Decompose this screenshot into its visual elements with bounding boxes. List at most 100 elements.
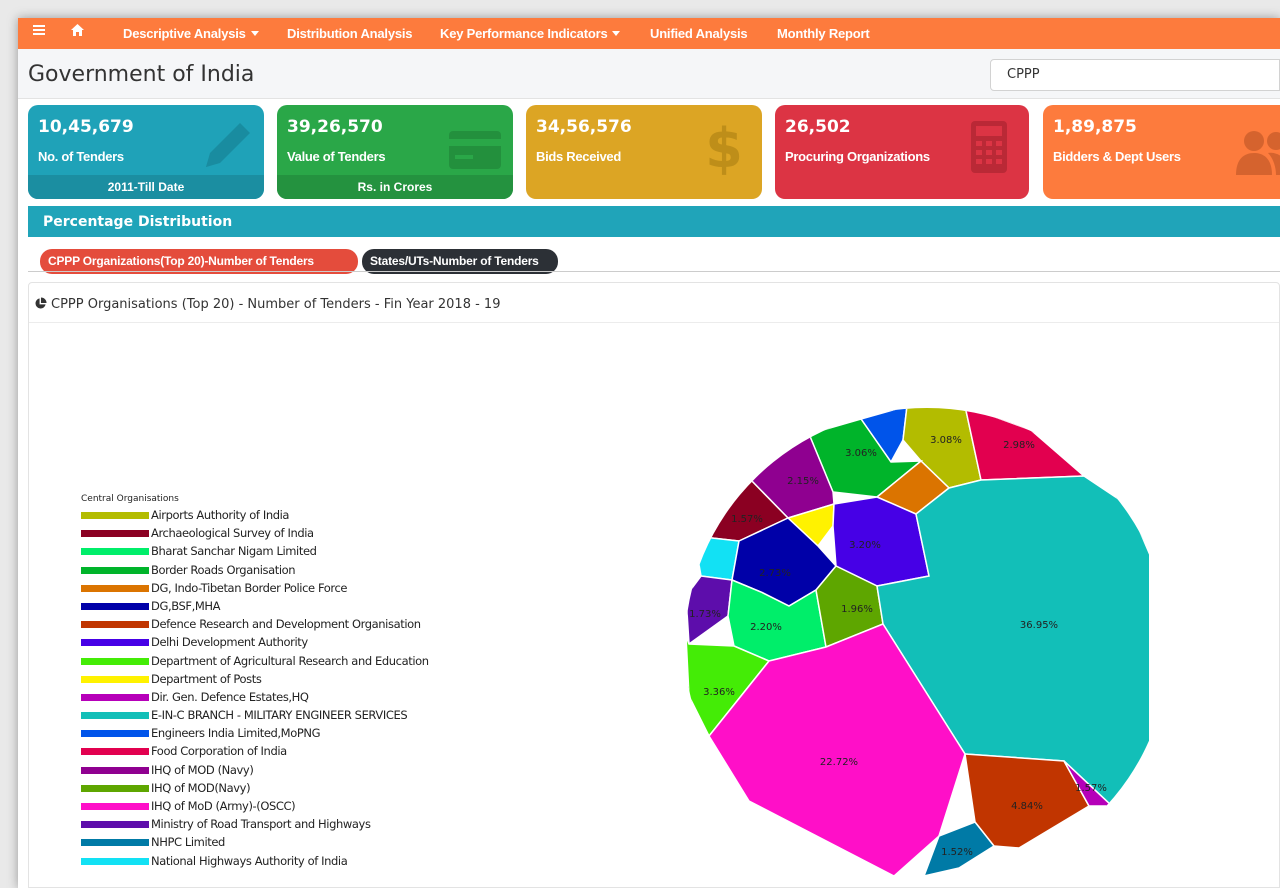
stat-value: 26,502 <box>785 117 851 137</box>
users-icon <box>1236 131 1280 175</box>
page: Descriptive Analysis Distribution Analys… <box>18 18 1280 888</box>
stat-card-bids[interactable]: 34,56,576 Bids Received $ <box>526 105 762 199</box>
legend-swatch <box>81 657 149 665</box>
tab-cppp-organizations[interactable]: CPPP Organizations(Top 20)-Number of Ten… <box>42 251 356 272</box>
voronoi-label: 3.06% <box>845 448 877 459</box>
legend-item[interactable]: Dir. Gen. Defence Estates,HQ <box>81 689 309 707</box>
stat-card-tenders[interactable]: 10,45,679 No. of Tenders 2011-Till Date <box>28 105 264 199</box>
legend-label: Ministry of Road Transport and Highways <box>151 817 371 832</box>
legend-label: Engineers India Limited,MoPNG <box>151 726 321 741</box>
legend-label: Border Roads Organisation <box>151 562 296 577</box>
legend-title: Central Organisations <box>81 494 179 504</box>
stat-card-value[interactable]: 39,26,570 Value of Tenders Rs. in Crores <box>277 105 513 199</box>
voronoi-chart: 3.08% 2.98% 3.06% 2.15% 1.57% 3.20% 2.73% 1.73%… <box>685 408 1149 878</box>
page-title: Government of India <box>28 62 255 87</box>
stat-label: Value of Tenders <box>287 149 386 164</box>
legend-item[interactable]: E-IN-C BRANCH - MILITARY ENGINEER SERVIC… <box>81 707 408 725</box>
stat-value: 1,89,875 <box>1053 117 1137 137</box>
legend-item[interactable]: NHPC Limited <box>81 834 225 852</box>
legend-label: DG, Indo-Tibetan Border Police Force <box>151 580 348 595</box>
legend-item[interactable]: Delhi Development Authority <box>81 634 308 652</box>
nav-monthly-report[interactable]: Monthly Report <box>777 26 870 41</box>
tab-states-uts[interactable]: States/UTs-Number of Tenders <box>364 251 556 272</box>
legend-item[interactable]: Ministry of Road Transport and Highways <box>81 816 371 834</box>
legend-label: IHQ of MOD(Navy) <box>151 780 251 795</box>
legend-label: E-IN-C BRANCH - MILITARY ENGINEER SERVIC… <box>151 708 408 723</box>
legend-item[interactable]: Department of Posts <box>81 671 262 689</box>
voronoi-label: 2.20% <box>750 622 782 633</box>
stat-label: No. of Tenders <box>38 149 124 164</box>
voronoi-label: 22.72% <box>820 757 858 768</box>
legend-swatch <box>81 857 149 865</box>
stat-footer: Rs. in Crores <box>277 175 513 199</box>
voronoi-cell[interactable] <box>693 535 740 581</box>
stat-label: Bids Received <box>536 149 621 164</box>
calculator-icon <box>971 121 1007 173</box>
nav-key-performance-indicators[interactable]: Key Performance Indicators <box>440 26 621 41</box>
home-icon[interactable] <box>70 23 85 41</box>
legend-item[interactable]: Department of Agricultural Research and … <box>81 653 429 671</box>
chart-header: CPPP Organisations (Top 20) - Number of … <box>29 283 1279 323</box>
stat-value: 10,45,679 <box>38 117 134 137</box>
legend-swatch <box>81 712 149 720</box>
chevron-down-icon <box>612 31 621 36</box>
voronoi-label: 36.95% <box>1020 620 1058 631</box>
nav-label: Distribution Analysis <box>287 26 413 41</box>
legend-item[interactable]: Archaeological Survey of India <box>81 525 314 543</box>
chart-legend: Central Organisations Airports Authority… <box>81 494 429 871</box>
legend-item[interactable]: National Highways Authority of India <box>81 853 348 871</box>
hamburger-icon[interactable] <box>32 23 46 41</box>
legend-swatch <box>81 748 149 756</box>
nav-distribution-analysis[interactable]: Distribution Analysis <box>287 26 413 41</box>
nav-descriptive-analysis[interactable]: Descriptive Analysis <box>123 26 259 41</box>
search-input[interactable]: CPPP <box>990 59 1280 91</box>
voronoi-label: 1.57% <box>731 514 763 525</box>
legend-items: Airports Authority of India Archaeologica… <box>81 507 429 871</box>
legend-item[interactable]: Engineers India Limited,MoPNG <box>81 725 320 743</box>
legend-swatch <box>81 766 149 774</box>
legend-item[interactable]: Border Roads Organisation <box>81 562 296 580</box>
legend-swatch <box>81 839 149 847</box>
section-header: Percentage Distribution <box>28 206 1280 237</box>
legend-swatch <box>81 548 149 556</box>
stat-value: 39,26,570 <box>287 117 383 137</box>
chart-card: CPPP Organisations (Top 20) - Number of … <box>28 282 1280 888</box>
stat-label: Bidders & Dept Users <box>1053 149 1181 164</box>
legend-item[interactable]: IHQ of MOD (Navy) <box>81 762 254 780</box>
legend-swatch <box>81 730 149 738</box>
nav-label: Descriptive Analysis <box>123 26 246 41</box>
legend-swatch <box>81 602 149 610</box>
voronoi-label: 2.15% <box>787 476 819 487</box>
chevron-down-icon <box>250 31 259 36</box>
stat-card-bidders[interactable]: 1,89,875 Bidders & Dept Users <box>1043 105 1280 199</box>
legend-swatch <box>81 584 149 592</box>
nav-label: Unified Analysis <box>650 26 748 41</box>
legend-item[interactable]: DG, Indo-Tibetan Border Police Force <box>81 580 347 598</box>
legend-item[interactable]: IHQ of MOD(Navy) <box>81 780 251 798</box>
legend-swatch <box>81 675 149 683</box>
legend-item[interactable]: DG,BSF,MHA <box>81 598 221 616</box>
dollar-icon: $ <box>705 117 743 177</box>
legend-swatch <box>81 530 149 538</box>
legend-label: National Highways Authority of India <box>151 853 348 868</box>
svg-text:$: $ <box>705 117 743 177</box>
legend-item[interactable]: IHQ of MoD (Army)-(OSCC) <box>81 798 296 816</box>
voronoi-label: 2.98% <box>1003 440 1035 451</box>
tab-label: CPPP Organizations(Top 20)-Number of Ten… <box>48 254 314 268</box>
legend-swatch <box>81 639 149 647</box>
voronoi-label: 4.84% <box>1011 801 1043 812</box>
nav-unified-analysis[interactable]: Unified Analysis <box>650 26 748 41</box>
tabs-divider <box>28 271 1280 272</box>
legend-label: IHQ of MOD (Navy) <box>151 762 254 777</box>
legend-label: Defence Research and Development Organis… <box>151 617 421 632</box>
legend-label: Department of Agricultural Research and … <box>151 653 429 668</box>
credit-card-icon <box>449 131 501 169</box>
stat-card-organizations[interactable]: 26,502 Procuring Organizations <box>775 105 1029 199</box>
chart-title: CPPP Organisations (Top 20) - Number of … <box>51 297 501 312</box>
legend-item[interactable]: Bharat Sanchar Nigam Limited <box>81 543 317 561</box>
legend-label: Delhi Development Authority <box>151 635 308 650</box>
stat-label: Procuring Organizations <box>785 149 930 164</box>
legend-item[interactable]: Airports Authority of India <box>81 507 289 525</box>
legend-item[interactable]: Food Corporation of India <box>81 743 287 761</box>
legend-item[interactable]: Defence Research and Development Organis… <box>81 616 421 634</box>
